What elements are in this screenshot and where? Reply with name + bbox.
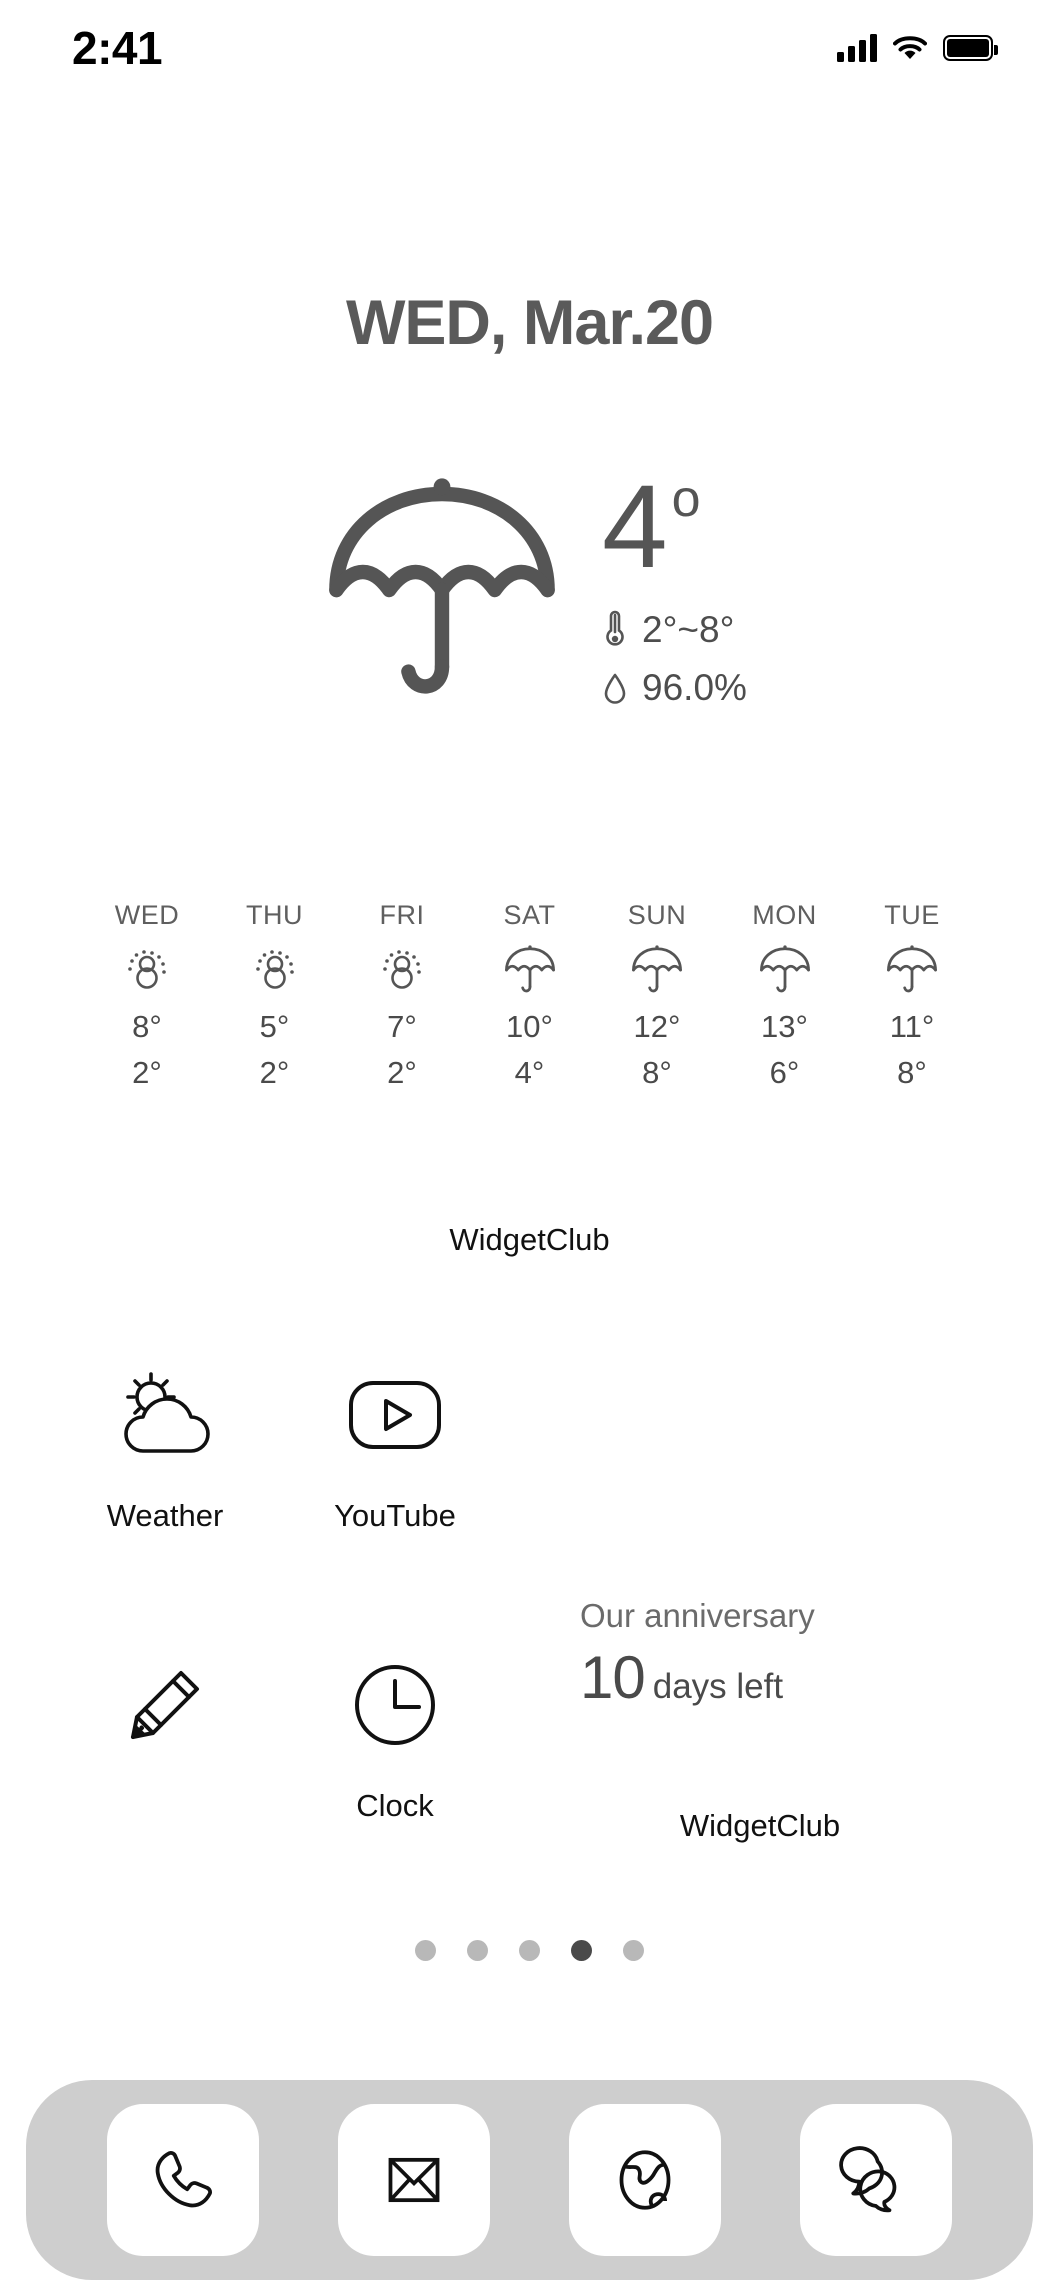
app-grid-row-1: Weather YouTube — [50, 1360, 510, 1534]
wifi-icon — [893, 36, 927, 59]
temperature-range: 2°~8° — [602, 609, 747, 651]
forecast-low: 8° — [642, 1055, 672, 1090]
forecast-day: FRI 7° 2° — [347, 900, 457, 1091]
status-bar-time: 2:41 — [72, 22, 163, 74]
anniversary-widget[interactable]: Our anniversary 10 days left — [580, 1597, 940, 1712]
anniversary-days-number: 10 — [580, 1644, 646, 1711]
battery-full-icon — [943, 35, 998, 61]
dock-icon-safari[interactable] — [568, 2104, 721, 2256]
forecast-high: 8° — [132, 1009, 162, 1044]
forecast-day-name: THU — [246, 900, 303, 930]
umbrella-icon — [857, 931, 967, 1009]
app-icon-youtube[interactable]: YouTube — [280, 1360, 510, 1534]
umbrella-icon — [730, 931, 840, 1009]
dock-icon-messages[interactable] — [799, 2104, 952, 2256]
app-label: Weather — [106, 1498, 224, 1533]
page-title: WED, Mar.20 — [345, 288, 714, 358]
umbrella-icon — [475, 931, 585, 1009]
app-icon-notes[interactable] — [50, 1650, 280, 1824]
forecast-day: MON 13° 6° — [730, 900, 840, 1091]
weather-widget-credit: WidgetClub — [449, 1222, 610, 1257]
forecast-high: 12° — [633, 1009, 681, 1044]
weather-readings: 4 o 2°~8° 96.0% — [602, 460, 747, 709]
temperature-range-text: 2°~8° — [642, 609, 735, 651]
youtube-play-icon — [343, 1360, 447, 1470]
page-dot-4-active[interactable] — [571, 1940, 592, 1961]
snow-icon — [92, 931, 202, 1009]
forecast-high: 10° — [506, 1009, 553, 1044]
forecast-high: 11° — [889, 1009, 935, 1044]
anniversary-days-unit: days left — [652, 1667, 784, 1706]
weather-details: 2°~8° 96.0% — [602, 609, 747, 709]
status-bar-indicators — [837, 34, 998, 62]
forecast-day-name: WED — [114, 900, 180, 930]
current-temperature-value: 4 — [602, 460, 668, 593]
dock-icon-mail[interactable] — [338, 2104, 491, 2256]
forecast-high: 5° — [259, 1009, 290, 1044]
snow-icon — [220, 931, 330, 1009]
forecast-low: 6° — [769, 1055, 800, 1090]
status-bar: 2:41 — [0, 0, 1059, 96]
humidity: 96.0% — [602, 667, 747, 709]
forecast-day-name: MON — [752, 900, 817, 930]
iphone-home-screen: 2:41 WED, Mar.20 4 o 2°~8° 96.0% WED 8° … — [0, 0, 1059, 2295]
app-grid-row-2: Clock — [50, 1650, 510, 1824]
thermometer-icon — [606, 610, 624, 646]
forecast-low: 4° — [514, 1055, 545, 1090]
forecast-day-name: TUE — [884, 900, 940, 930]
clock-icon — [345, 1650, 445, 1760]
forecast-low: 2° — [259, 1055, 290, 1090]
forecast-high: 7° — [387, 1009, 417, 1044]
forecast-day: WED 8° 2° — [92, 900, 202, 1091]
humidity-text: 96.0% — [642, 667, 747, 709]
forecast-low: 8° — [897, 1055, 927, 1090]
anniversary-title: Our anniversary — [580, 1597, 815, 1634]
forecast-high: 13° — [761, 1009, 808, 1044]
umbrella-icon — [602, 931, 712, 1009]
forecast-day: TUE 11° 8° — [857, 900, 967, 1091]
app-icon-weather[interactable]: Weather — [50, 1360, 280, 1534]
mail-icon — [388, 2157, 440, 2203]
safari-globe-icon — [619, 2150, 671, 2210]
forecast-day: SUN 12° 8° — [602, 900, 712, 1091]
degree-symbol: o — [671, 469, 701, 528]
forecast-day-name: SUN — [627, 900, 687, 930]
page-dot-2[interactable] — [467, 1940, 488, 1961]
messages-chat-icon — [838, 2146, 896, 2213]
weekly-forecast: WED 8° 2° THU 5° 2° FRI 7° 2° SAT 10° 4°… — [92, 900, 967, 1091]
forecast-day-name: SAT — [503, 900, 556, 930]
cellular-signal-icon — [837, 34, 877, 62]
anniversary-widget-credit: WidgetClub — [679, 1808, 841, 1843]
water-drop-icon — [604, 673, 626, 704]
phone-icon — [156, 2151, 213, 2208]
forecast-low: 2° — [387, 1055, 417, 1090]
page-dot-5[interactable] — [623, 1940, 644, 1961]
page-dot-1[interactable] — [415, 1940, 436, 1961]
umbrella-icon — [329, 478, 555, 694]
pencil-icon — [115, 1650, 215, 1760]
weather-widget[interactable]: 4 o 2°~8° 96.0% — [0, 460, 1059, 710]
app-label: Clock — [356, 1788, 434, 1823]
app-icon-clock[interactable]: Clock — [280, 1650, 510, 1824]
page-dot-3[interactable] — [519, 1940, 540, 1961]
forecast-low: 2° — [132, 1055, 162, 1090]
dock — [26, 2080, 1033, 2280]
sun-behind-cloud-icon — [113, 1360, 217, 1470]
weather-current: 4 o 2°~8° 96.0% — [0, 460, 1059, 710]
anniversary-countdown: 10 days left — [580, 1643, 940, 1712]
current-temperature: 4 o — [602, 460, 747, 593]
app-label: YouTube — [334, 1498, 456, 1533]
forecast-day-name: FRI — [379, 900, 425, 930]
dock-icon-phone[interactable] — [107, 2104, 260, 2256]
forecast-day: THU 5° 2° — [220, 900, 330, 1091]
snow-icon — [347, 931, 457, 1009]
forecast-day: SAT 10° 4° — [475, 900, 585, 1091]
page-indicator[interactable] — [0, 1940, 1059, 1961]
